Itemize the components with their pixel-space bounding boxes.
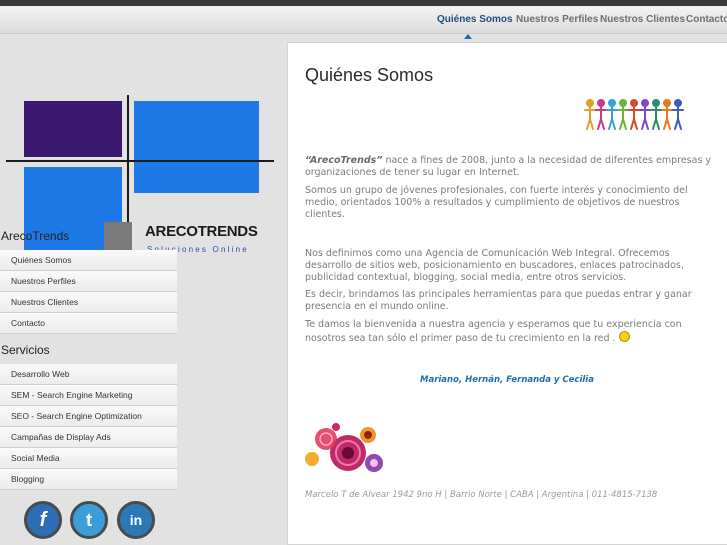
sidebar-item-display-ads[interactable]: Campañas de Display Ads [0, 427, 177, 448]
topnav-nuestros-perfiles[interactable]: Nuestros Perfiles [516, 14, 598, 25]
smiley-icon [618, 331, 630, 342]
sidebar-item-blogging[interactable]: Blogging [0, 469, 177, 490]
people-chain-icon [584, 99, 684, 130]
active-tab-caret [464, 34, 472, 39]
team-signature: Mariano, Hernán, Fernanda y Cecilia [420, 375, 594, 385]
arecotrends-logo[interactable]: ARECOTRENDS Soluciones Online [0, 65, 285, 265]
sidebar-item-desarrollo-web[interactable]: Desarrollo Web [0, 364, 177, 385]
page-title: Quiénes Somos [305, 65, 434, 85]
twitter-icon[interactable]: t [70, 501, 108, 539]
sidebar-menu-servicios: Desarrollo Web SEM - Search Engine Marke… [0, 364, 177, 490]
brand-name: “ArecoTrends” [305, 155, 383, 166]
sidebar-item-contacto[interactable]: Contacto [0, 313, 177, 334]
top-navigation: Quiénes Somos Nuestros Perfiles Nuestros… [0, 6, 727, 39]
logo-name: ARECOTRENDS [145, 223, 258, 240]
sidebar-item-seo[interactable]: SEO - Search Engine Optimization [0, 406, 177, 427]
logo-horizontal-line [6, 160, 274, 162]
facebook-icon[interactable]: f [24, 501, 62, 539]
logo-purple-block [24, 101, 122, 157]
paragraph-team: Somos un grupo de jóvenes profesionales,… [305, 185, 688, 220]
sidebar-heading-servicios: Servicios [1, 343, 50, 357]
logo-gray-square [104, 222, 132, 250]
paragraph-tools: Es decir, brindamos las principales herr… [305, 289, 692, 312]
footer-address: Marcelo T de Alvear 1942 9no H | Barrio … [305, 490, 658, 500]
decorative-circles-icon [305, 423, 383, 472]
linkedin-icon[interactable]: in [117, 501, 155, 539]
paragraph-agency: Nos definimos como una Agencia de Comuni… [305, 248, 684, 283]
sidebar-heading-arecotrends: ArecoTrends [1, 229, 70, 243]
logo-blue-block [134, 101, 259, 193]
paragraph-welcome: Te damos la bienvenida a nuestra agencia… [305, 319, 715, 345]
sidebar-item-nuestros-clientes[interactable]: Nuestros Clientes [0, 292, 177, 313]
sidebar-item-sem[interactable]: SEM - Search Engine Marketing [0, 385, 177, 406]
topnav-contacto[interactable]: Contacto [686, 14, 727, 25]
main-content: Quiénes Somos “ArecoTrends” nace a fines… [287, 42, 727, 545]
sidebar-item-social-media[interactable]: Social Media [0, 448, 177, 469]
topnav-nuestros-clientes[interactable]: Nuestros Clientes [600, 14, 685, 25]
sidebar-item-quienes-somos[interactable]: Quiénes Somos [0, 250, 177, 271]
sidebar-menu-arecotrends: Quiénes Somos Nuestros Perfiles Nuestros… [0, 250, 177, 334]
topnav-quienes-somos[interactable]: Quiénes Somos [437, 14, 513, 25]
sidebar: ARECOTRENDS Soluciones Online ArecoTrend… [0, 35, 285, 545]
sidebar-item-nuestros-perfiles[interactable]: Nuestros Perfiles [0, 271, 177, 292]
paragraph-intro: “ArecoTrends” nace a fines de 2008, junt… [305, 155, 715, 179]
